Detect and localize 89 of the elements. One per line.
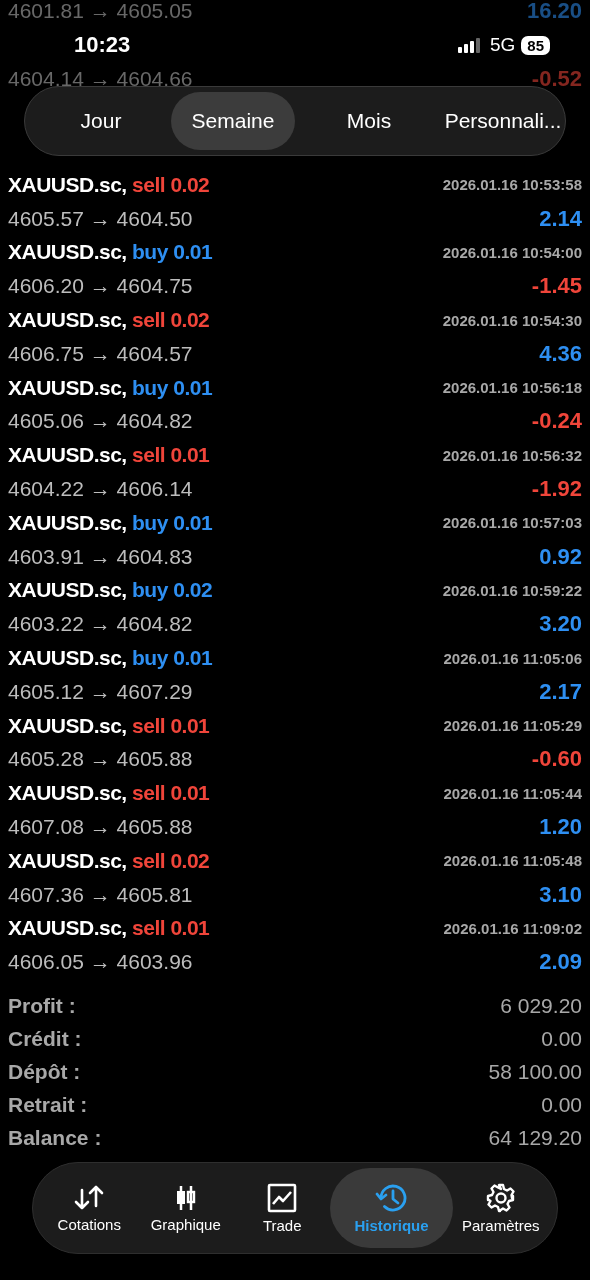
profit-value: 2.09 [539, 949, 582, 976]
order-volume: sell 0.01 [132, 713, 210, 737]
order-volume: sell 0.01 [132, 781, 210, 805]
price-range: 4607.36 → 4605.81 [8, 882, 193, 907]
summary-value: 58 100.00 [488, 1059, 582, 1084]
trade-time: 2026.01.16 11:05:06 [443, 649, 582, 667]
profit-value: 2.14 [539, 205, 582, 232]
symbol-label: XAUUSD.sc, [8, 172, 127, 196]
summary-value: 0.00 [541, 1026, 582, 1051]
summary-label: Retrait : [8, 1092, 88, 1117]
order-volume: buy 0.01 [132, 375, 213, 399]
symbol-label: XAUUSD.sc, [8, 848, 127, 872]
symbol-label: XAUUSD.sc, [8, 916, 127, 940]
tab-bar-item[interactable]: Historique [330, 1168, 453, 1249]
symbol-label: XAUUSD.sc, [8, 510, 127, 534]
price-range: 4605.06 → 4604.82 [8, 409, 193, 434]
profit-value: 3.20 [539, 611, 582, 638]
order-volume: buy 0.01 [132, 240, 213, 264]
trade-time: 2026.01.16 10:56:32 [442, 446, 582, 464]
trade-time: 2026.01.16 10:54:00 [442, 244, 582, 261]
order-volume: buy 0.01 [132, 510, 213, 534]
trade-time: 2026.01.16 11:05:29 [443, 717, 582, 735]
summary-value: 0.00 [541, 1092, 582, 1117]
period-tab[interactable]: Mois [295, 92, 443, 150]
trade-time: 2026.01.16 10:56:18 [442, 379, 582, 397]
summary-label: Balance : [8, 1125, 102, 1150]
price-range: 4605.28 → 4605.88 [8, 747, 193, 772]
status-time: 10:23 [74, 32, 131, 58]
price-range: 4606.75 → 4604.57 [8, 341, 193, 366]
price-range: 4606.05 → 4603.96 [8, 950, 193, 975]
order-volume: buy 0.02 [132, 578, 213, 602]
symbol-label: XAUUSD.sc, [8, 240, 127, 264]
price-range: 4606.20 → 4604.75 [8, 274, 193, 299]
trade-time: 2026.01.16 10:53:58 [442, 176, 582, 194]
profit-value: 16.20 [526, 0, 582, 24]
price-range: 4603.91 → 4604.83 [8, 544, 193, 569]
order-volume: sell 0.02 [132, 308, 210, 332]
price-range: 4601.81 → 4605.05 [8, 0, 193, 23]
order-volume: sell 0.02 [132, 172, 210, 196]
symbol-label: XAUUSD.sc, [8, 781, 127, 805]
history-icon [375, 1182, 408, 1213]
price-range: 4603.22 → 4604.82 [8, 612, 193, 637]
trade-time: 2026.01.16 10:57:03 [442, 514, 582, 532]
price-range: 4604.14 → 4604.66 [8, 67, 193, 91]
price-range: 4607.08 → 4605.88 [8, 815, 193, 840]
network-label: 5G [489, 34, 516, 56]
profit-value: 3.10 [539, 881, 582, 908]
order-volume: sell 0.01 [132, 443, 210, 467]
trade-time: 2026.01.16 11:05:48 [443, 852, 582, 870]
profit-value: -1.45 [531, 273, 582, 300]
order-volume: buy 0.01 [132, 646, 213, 670]
symbol-label: XAUUSD.sc, [8, 375, 127, 399]
trade-time: 2026.01.16 10:59:22 [442, 581, 582, 599]
tab-bar-item[interactable]: Trade [233, 1168, 331, 1249]
symbol-label: XAUUSD.sc, [8, 713, 127, 737]
line-chart-icon [267, 1182, 298, 1213]
profit-value: -1.92 [531, 476, 582, 503]
tab-bar-item[interactable]: Paramètres [452, 1168, 549, 1249]
symbol-label: XAUUSD.sc, [8, 308, 127, 332]
trade-time: 2026.01.16 11:05:44 [443, 784, 582, 802]
trade-time: 2026.01.16 10:54:30 [442, 311, 582, 329]
price-range: 4604.22 → 4606.14 [8, 477, 193, 502]
price-range: 4605.57 → 4604.50 [8, 206, 193, 231]
symbol-label: XAUUSD.sc, [8, 443, 127, 467]
order-volume: sell 0.02 [132, 848, 210, 872]
summary-value: 64 129.20 [488, 1125, 582, 1150]
summary-value: 6 029.20 [500, 993, 582, 1018]
profit-value: -0.52 [531, 66, 582, 92]
symbol-label: XAUUSD.sc, [8, 578, 127, 602]
profit-value: 2.17 [539, 678, 582, 705]
battery-level: 85 [521, 35, 550, 55]
summary-label: Crédit : [8, 1026, 82, 1051]
period-tab[interactable]: Semaine [171, 92, 295, 150]
profit-value: -0.60 [531, 746, 582, 773]
profit-value: 0.92 [539, 543, 582, 570]
profit-value: -0.24 [531, 408, 582, 435]
period-tab[interactable]: Jour [31, 92, 171, 150]
profit-value: 4.36 [539, 340, 582, 367]
profit-value: 1.20 [539, 814, 582, 841]
tab-bar-item[interactable]: Cotations [41, 1168, 138, 1249]
tab-bar-item[interactable]: Graphique [137, 1168, 234, 1249]
order-volume: sell 0.01 [132, 916, 210, 940]
price-range: 4605.12 → 4607.29 [8, 679, 193, 704]
period-tab[interactable]: Personnali... [443, 92, 563, 150]
summary-label: Profit : [8, 993, 76, 1018]
trade-time: 2026.01.16 11:09:02 [443, 919, 582, 937]
symbol-label: XAUUSD.sc, [8, 646, 127, 670]
summary-label: Dépôt : [8, 1059, 81, 1084]
settings-icon [485, 1182, 516, 1213]
